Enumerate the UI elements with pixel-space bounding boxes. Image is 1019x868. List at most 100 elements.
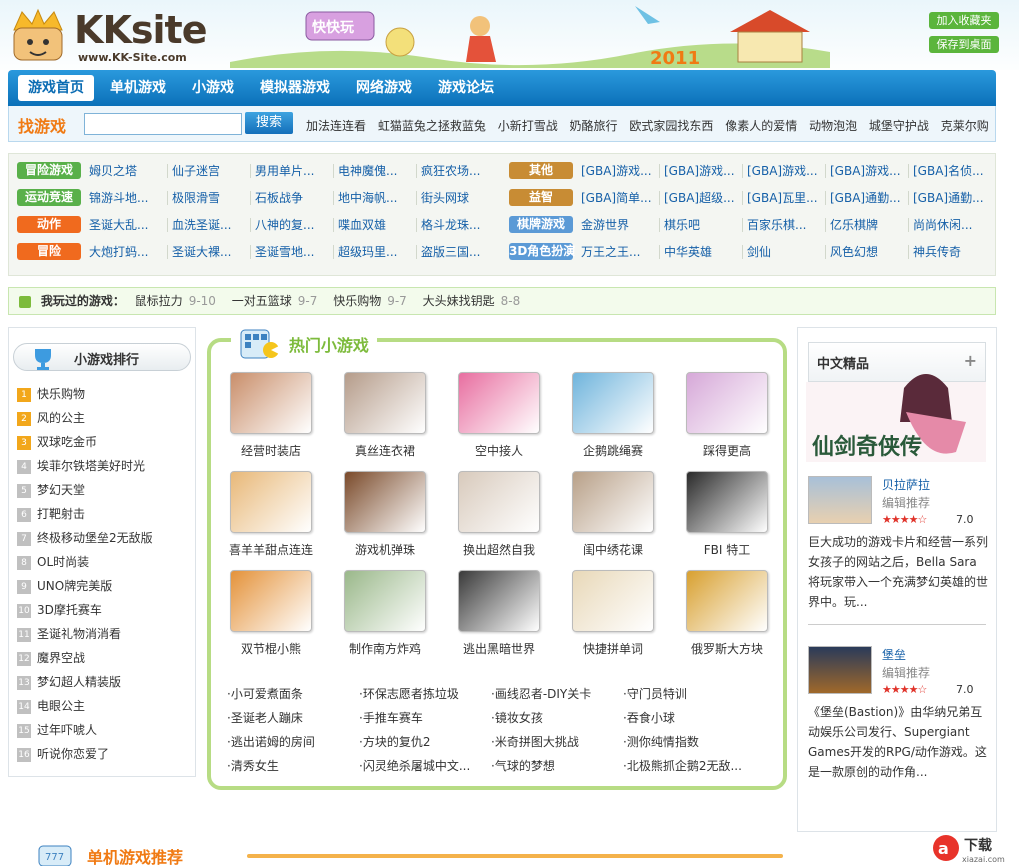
- rec-thumbnail[interactable]: [808, 646, 872, 694]
- category-game-link[interactable]: 锦游斗地...: [85, 190, 168, 205]
- ranking-item[interactable]: 1 快乐购物: [17, 382, 153, 406]
- game-title[interactable]: 逃出黑暗世界: [449, 640, 549, 657]
- category-game-link[interactable]: [GBA]简单...: [577, 190, 660, 205]
- ranking-item[interactable]: 15 过年吓唬人: [17, 718, 153, 742]
- hot-link[interactable]: 加法连连看: [306, 119, 366, 133]
- ranking-item[interactable]: 3 双球吃金币: [17, 430, 153, 454]
- category-game-link[interactable]: 圣诞大乱...: [85, 217, 168, 232]
- text-game-link[interactable]: ·环保志愿者拣垃圾: [359, 682, 491, 706]
- ranking-item[interactable]: 6 打靶射击: [17, 502, 153, 526]
- text-game-link[interactable]: ·守门员特训: [623, 682, 755, 706]
- category-game-link[interactable]: 盗版三国...: [417, 245, 500, 259]
- ranking-item[interactable]: 14 电眼公主: [17, 694, 153, 718]
- ranking-item[interactable]: 9 UNO牌完美版: [17, 574, 153, 598]
- ranking-item-label[interactable]: UNO牌完美版: [37, 579, 112, 593]
- ranking-item[interactable]: 8 OL时尚装: [17, 550, 153, 574]
- category-game-link[interactable]: 大炮打蚂...: [85, 244, 168, 259]
- ranking-item-label[interactable]: 风的公主: [37, 411, 85, 425]
- ranking-item[interactable]: 13 梦幻超人精装版: [17, 670, 153, 694]
- game-title[interactable]: 闺中绣花课: [563, 541, 663, 558]
- game-title[interactable]: 企鹅跳绳赛: [563, 442, 663, 459]
- text-game-link[interactable]: ·测你纯情指数: [623, 730, 755, 754]
- game-tile[interactable]: 俄罗斯大方块: [677, 570, 777, 657]
- text-game-link[interactable]: ·吞食小球: [623, 706, 755, 730]
- hot-link[interactable]: 小新打雪战: [498, 119, 558, 133]
- category-tag[interactable]: 动作: [17, 216, 81, 233]
- ranking-item[interactable]: 12 魔界空战: [17, 646, 153, 670]
- text-game-link[interactable]: ·方块的复仇2: [359, 730, 491, 754]
- category-game-link[interactable]: 石板战争: [251, 190, 334, 205]
- category-game-link[interactable]: [GBA]游戏...: [743, 163, 826, 178]
- category-game-link[interactable]: 圣诞大裸...: [168, 244, 251, 259]
- played-game[interactable]: 大头妹找钥匙: [423, 294, 495, 308]
- hot-link[interactable]: 虹猫蓝兔之拯救蓝兔: [378, 119, 486, 133]
- game-title[interactable]: 空中接人: [449, 442, 549, 459]
- category-game-link[interactable]: [GBA]游戏...: [660, 163, 743, 178]
- nav-mini-games[interactable]: 小游戏: [182, 75, 244, 101]
- category-game-link[interactable]: 亿乐棋牌: [826, 217, 909, 232]
- text-game-link[interactable]: ·逃出诺姆的房间: [227, 730, 359, 754]
- game-tile[interactable]: 游戏机弹珠: [335, 471, 435, 558]
- game-title[interactable]: 换出超然自我: [449, 541, 549, 558]
- game-thumbnail[interactable]: [686, 471, 768, 533]
- category-tag[interactable]: 运动竞速: [17, 189, 81, 206]
- game-tile[interactable]: FBI 特工: [677, 471, 777, 558]
- category-game-link[interactable]: [GBA]游戏...: [826, 163, 909, 178]
- ranking-item-label[interactable]: 埃菲尔铁塔美好时光: [37, 459, 145, 473]
- game-title[interactable]: 双节棍小熊: [221, 640, 321, 657]
- category-game-link[interactable]: 姆贝之塔: [85, 163, 168, 178]
- ranking-item-label[interactable]: 梦幻天堂: [37, 483, 85, 497]
- nav-home[interactable]: 游戏首页: [18, 75, 94, 101]
- ranking-item-label[interactable]: 圣诞礼物消消看: [37, 627, 121, 641]
- category-game-link[interactable]: 血洗圣诞...: [168, 217, 251, 232]
- text-game-link[interactable]: ·画线忍者-DIY关卡: [491, 682, 623, 706]
- ranking-item-label[interactable]: 快乐购物: [37, 387, 85, 401]
- category-game-link[interactable]: [GBA]瓦里...: [743, 190, 826, 205]
- ranking-item-label[interactable]: 魔界空战: [37, 651, 85, 665]
- ranking-item[interactable]: 2 风的公主: [17, 406, 153, 430]
- game-title[interactable]: 喜羊羊甜点连连: [221, 541, 321, 558]
- category-game-link[interactable]: 仙子迷宫: [168, 163, 251, 178]
- game-thumbnail[interactable]: [686, 372, 768, 434]
- game-title[interactable]: 经营时装店: [221, 442, 321, 459]
- game-title[interactable]: 真丝连衣裙: [335, 442, 435, 459]
- game-thumbnail[interactable]: [572, 372, 654, 434]
- ranking-item-label[interactable]: 过年吓唬人: [37, 723, 97, 737]
- game-title[interactable]: 制作南方炸鸡: [335, 640, 435, 657]
- category-game-link[interactable]: [GBA]超级...: [660, 190, 743, 205]
- game-thumbnail[interactable]: [344, 570, 426, 632]
- game-tile[interactable]: 喜羊羊甜点连连: [221, 471, 321, 558]
- text-game-link[interactable]: ·米奇拼图大挑战: [491, 730, 623, 754]
- text-game-link[interactable]: ·手推车赛车: [359, 706, 491, 730]
- game-tile[interactable]: 真丝连衣裙: [335, 372, 435, 459]
- ranking-item-label[interactable]: 3D摩托赛车: [37, 603, 102, 617]
- game-thumbnail[interactable]: [458, 570, 540, 632]
- category-game-link[interactable]: 棋乐吧: [660, 217, 743, 232]
- game-thumbnail[interactable]: [230, 570, 312, 632]
- category-game-link[interactable]: 疯狂农场...: [417, 164, 500, 178]
- played-game[interactable]: 鼠标拉力: [135, 294, 183, 308]
- ranking-item-label[interactable]: OL时尚装: [37, 555, 89, 569]
- hot-link[interactable]: 动物泡泡: [809, 119, 857, 133]
- rec-title[interactable]: 堡垒: [882, 646, 906, 663]
- category-game-link[interactable]: 极限滑雪: [168, 190, 251, 205]
- text-game-link[interactable]: ·镜妆女孩: [491, 706, 623, 730]
- game-thumbnail[interactable]: [230, 372, 312, 434]
- ranking-item[interactable]: 10 3D摩托赛车: [17, 598, 153, 622]
- game-thumbnail[interactable]: [230, 471, 312, 533]
- hot-link[interactable]: 欧式家园找东西: [629, 119, 713, 133]
- text-game-link[interactable]: ·清秀女生: [227, 754, 359, 778]
- game-thumbnail[interactable]: [344, 471, 426, 533]
- category-game-link[interactable]: 圣诞雪地...: [251, 244, 334, 259]
- game-title[interactable]: 快捷拼单词: [563, 640, 663, 657]
- game-tile[interactable]: 踩得更高: [677, 372, 777, 459]
- ranking-item-label[interactable]: 梦幻超人精装版: [37, 675, 121, 689]
- ranking-item[interactable]: 7 终极移动堡垒2无敌版: [17, 526, 153, 550]
- featured-banner-image[interactable]: 仙剑奇侠传: [806, 352, 986, 462]
- hot-link[interactable]: 克莱尔购: [941, 119, 989, 133]
- game-tile[interactable]: 快捷拼单词: [563, 570, 663, 657]
- search-button[interactable]: 搜索: [245, 112, 293, 134]
- category-game-link[interactable]: 金游世界: [577, 217, 660, 232]
- text-game-link[interactable]: ·闪灵绝杀屠城中文...: [359, 754, 491, 778]
- ranking-item-label[interactable]: 电眼公主: [37, 699, 85, 713]
